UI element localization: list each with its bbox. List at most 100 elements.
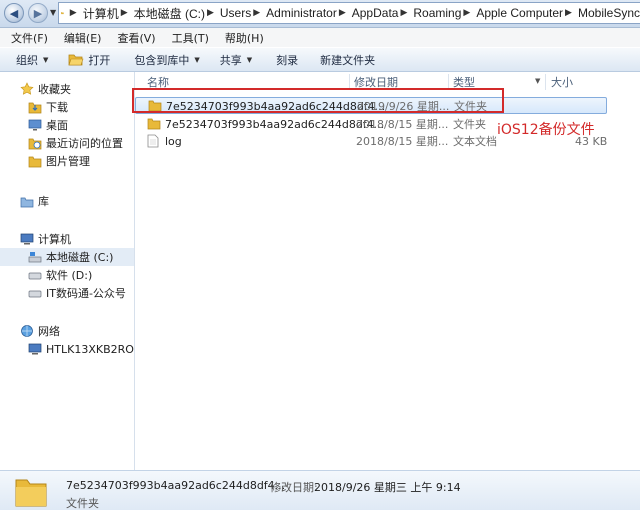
nav-drive-d[interactable]: 软件 (D:) — [0, 266, 134, 284]
chevron-down-icon: ▼ — [194, 55, 200, 64]
share-label: 共享 — [219, 53, 242, 67]
chevron-down-icon: ▼ — [246, 55, 253, 64]
command-bar: 组织 ▼ 打开 包含到库中 ▼ 共享 ▼ 刻录 新建文件夹 — [0, 47, 640, 72]
nav-label: HTLK13XKB2ROW... — [46, 342, 134, 356]
crumb-drive-c[interactable]: 本地磁盘 (C:) — [134, 5, 205, 22]
crumb-computer[interactable]: 计算机 — [83, 5, 119, 22]
back-button[interactable]: ◀ — [4, 3, 24, 23]
nav-drive-it[interactable]: IT数码通-公众号 — [0, 284, 134, 302]
nav-label: 最近访问的位置 — [46, 137, 123, 150]
open-button[interactable]: 打开 — [58, 47, 120, 72]
breadcrumb-separator-icon[interactable]: ▶ — [70, 8, 77, 18]
recent-pages-chevron-icon[interactable]: ▼ — [50, 8, 56, 17]
new-folder-button[interactable]: 新建文件夹 — [308, 47, 385, 72]
nav-computer[interactable]: 计算机 — [0, 230, 134, 248]
menu-edit[interactable]: 编辑(E) — [53, 30, 107, 46]
crumb-administrator[interactable]: Administrator — [266, 6, 337, 20]
nav-host[interactable]: HTLK13XKB2ROW... — [0, 340, 134, 358]
nav-libraries[interactable]: 库 — [0, 192, 134, 210]
arrow-right-icon: ▶ — [33, 6, 43, 20]
nav-drive-c[interactable]: 本地磁盘 (C:) — [0, 248, 134, 266]
crumb-mobilesync[interactable]: MobileSync — [578, 6, 640, 20]
computer-icon — [20, 233, 34, 245]
breadcrumb-separator-icon[interactable]: ▶ — [207, 8, 214, 18]
include-label: 包含到库中 — [134, 53, 190, 67]
crumb-users[interactable]: Users — [220, 6, 251, 20]
highlight-box — [132, 88, 504, 113]
details-pane: 7e5234703f993b4aa92ad6c244d8df4... 修改日期:… — [0, 470, 640, 510]
recent-places-icon — [28, 138, 42, 150]
nav-label: 桌面 — [46, 119, 68, 132]
breadcrumb-separator-icon[interactable]: ▶ — [339, 8, 346, 18]
forward-button[interactable]: ▶ — [28, 3, 48, 23]
folder-icon — [15, 479, 47, 507]
crumb-appdata[interactable]: AppData — [352, 6, 399, 20]
column-header-size[interactable]: 大小 — [551, 72, 573, 92]
file-date: 2018/8/15 星期... — [356, 118, 449, 131]
nav-label: 收藏夹 — [38, 83, 71, 96]
nav-label: 下载 — [46, 101, 68, 114]
annotation-label: iOS12备份文件 — [497, 122, 595, 138]
column-divider[interactable] — [545, 74, 546, 90]
crumb-roaming[interactable]: Roaming — [413, 6, 461, 20]
folder-icon — [28, 156, 42, 168]
burn-label: 刻录 — [276, 53, 299, 67]
nav-label: 计算机 — [38, 233, 71, 246]
computer-icon — [28, 343, 42, 355]
nav-label: IT数码通-公众号 — [46, 287, 126, 300]
chevron-down-icon: ▼ — [43, 55, 49, 64]
arrow-left-icon: ◀ — [9, 6, 19, 20]
address-breadcrumb[interactable]: ▶ 计算机 ▶ 本地磁盘 (C:) ▶ Users ▶ Administrato… — [58, 2, 640, 24]
nav-pictures[interactable]: 图片管理 — [0, 152, 134, 170]
organize-label: 组织 — [16, 53, 38, 67]
nav-label: 图片管理 — [46, 155, 90, 168]
library-icon — [20, 197, 34, 208]
nav-desktop[interactable]: 桌面 — [0, 116, 134, 134]
menu-tools[interactable]: 工具(T) — [161, 30, 214, 46]
folder-icon — [61, 12, 64, 15]
share-button[interactable]: 共享 ▼ — [210, 47, 262, 72]
breadcrumb-separator-icon[interactable]: ▶ — [565, 8, 572, 18]
nav-favorites[interactable]: 收藏夹 — [0, 80, 134, 98]
breadcrumb-separator-icon[interactable]: ▶ — [121, 8, 128, 18]
folder-icon — [147, 118, 161, 130]
organize-button[interactable]: 组织 ▼ — [0, 47, 58, 72]
nav-label: 本地磁盘 (C:) — [46, 251, 114, 264]
details-modified-value: 2018/9/26 星期三 上午 9:14 — [314, 481, 461, 494]
drive-icon — [28, 290, 42, 298]
file-name: log — [165, 135, 182, 148]
column-label: 大小 — [551, 76, 573, 89]
crumb-apple-computer[interactable]: Apple Computer — [476, 6, 563, 20]
menu-view[interactable]: 查看(V) — [106, 30, 160, 46]
file-name: 7e5234703f993b4aa92ad6c244d8df4... — [165, 118, 385, 131]
nav-downloads[interactable]: 下载 — [0, 98, 134, 116]
burn-button[interactable]: 刻录 — [262, 47, 308, 72]
details-name: 7e5234703f993b4aa92ad6c244d8df4... — [66, 479, 286, 492]
star-icon — [20, 82, 34, 95]
file-date: 2018/8/15 星期... — [356, 135, 449, 148]
open-label: 打开 — [88, 53, 111, 67]
text-document-icon — [147, 134, 159, 148]
new-folder-label: 新建文件夹 — [320, 53, 376, 67]
file-type: 文件夹 — [453, 118, 486, 131]
file-type: 文本文档 — [453, 135, 497, 148]
nav-network[interactable]: 网络 — [0, 322, 134, 340]
downloads-folder-icon — [28, 102, 42, 114]
nav-label: 库 — [38, 195, 49, 208]
nav-recent-places[interactable]: 最近访问的位置 — [0, 134, 134, 152]
address-bar-area: ◀ ▶ ▼ ▶ 计算机 ▶ 本地磁盘 (C:) ▶ Users ▶ Admini… — [0, 0, 640, 28]
menu-bar: 文件(F) 编辑(E) 查看(V) 工具(T) 帮助(H) — [0, 28, 640, 47]
system-drive-icon — [28, 252, 42, 263]
drive-icon — [28, 272, 42, 280]
breadcrumb-separator-icon[interactable]: ▶ — [253, 8, 260, 18]
menu-file[interactable]: 文件(F) — [0, 30, 53, 46]
desktop-icon — [28, 119, 42, 131]
network-icon — [21, 325, 33, 337]
navigation-pane[interactable]: 收藏夹 下载 桌面 最近访问的位置 图片管理 库 计算机 本地磁盘 (C:) 软… — [0, 72, 135, 470]
breadcrumb-separator-icon[interactable]: ▶ — [400, 8, 407, 18]
breadcrumb-separator-icon[interactable]: ▶ — [463, 8, 470, 18]
menu-help[interactable]: 帮助(H) — [214, 30, 269, 46]
chevron-down-icon[interactable]: ▼ — [535, 77, 540, 85]
include-in-library-button[interactable]: 包含到库中 ▼ — [120, 47, 209, 72]
nav-label: 网络 — [38, 325, 60, 338]
